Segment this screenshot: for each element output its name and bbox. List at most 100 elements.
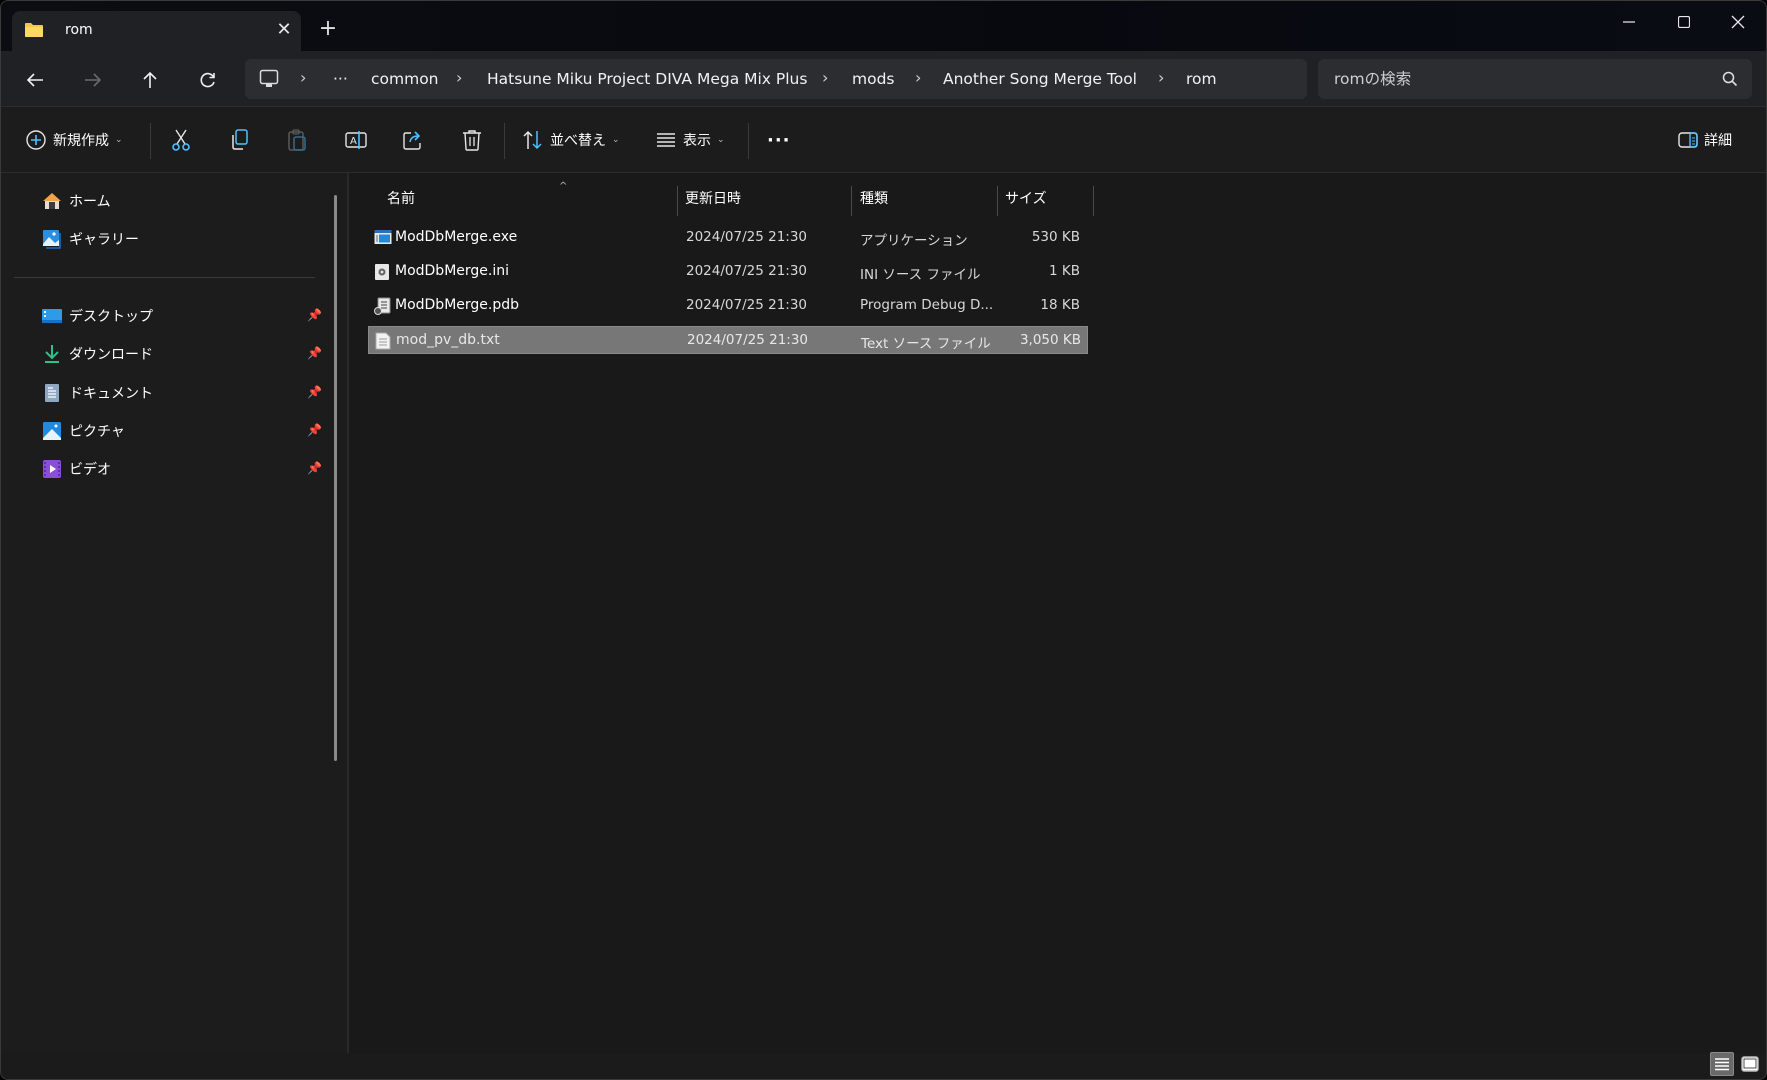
pin-icon[interactable]: 📌 <box>307 423 322 437</box>
sidebar-item-label: ビデオ <box>69 462 111 478</box>
share-button[interactable] <box>402 126 424 154</box>
details-view-icon <box>1715 1058 1729 1071</box>
pin-icon[interactable]: 📌 <box>307 308 322 322</box>
pin-icon[interactable]: 📌 <box>307 461 322 475</box>
file-name: ModDbMerge.ini <box>395 263 510 279</box>
breadcrumb-overflow[interactable]: ··· <box>333 70 348 88</box>
column-header-type[interactable]: 種類 <box>860 183 888 213</box>
details-pane-icon <box>1678 132 1698 148</box>
sidebar-item-home[interactable]: ホーム <box>41 186 331 216</box>
details-view-button[interactable] <box>1710 1052 1734 1076</box>
sidebar-item-videos[interactable]: ビデオ 📌 <box>41 454 331 484</box>
column-header-name[interactable]: 名前 ^ <box>387 181 677 213</box>
file-size: 530 KB <box>1031 229 1080 245</box>
copy-button[interactable] <box>228 126 250 154</box>
ini-icon <box>374 263 392 281</box>
column-divider[interactable] <box>677 186 678 216</box>
file-row[interactable]: ModDbMerge.ini 2024/07/25 21:30 INI ソース ファ… <box>368 258 1088 286</box>
file-modified: 2024/07/25 21:30 <box>686 263 808 279</box>
cut-button[interactable] <box>170 126 192 154</box>
column-divider[interactable] <box>851 186 852 216</box>
column-divider[interactable] <box>997 186 998 216</box>
sort-button-label: 並べ替え <box>550 133 606 149</box>
sidebar-item-pictures[interactable]: ピクチャ 📌 <box>41 416 331 446</box>
column-header-modified[interactable]: 更新日時 <box>685 183 741 213</box>
details-pane-button[interactable]: 詳細 <box>1678 126 1732 154</box>
sidebar-scrollbar[interactable] <box>334 195 337 761</box>
file-modified: 2024/07/25 21:30 <box>686 229 808 245</box>
rename-button[interactable]: A <box>344 126 368 154</box>
tab-rom[interactable]: rom ✕ <box>12 11 301 51</box>
sidebar-item-label: ダウンロード <box>69 347 153 363</box>
new-tab-button[interactable]: + <box>317 18 339 40</box>
close-tab-icon[interactable]: ✕ <box>274 20 294 40</box>
up-button[interactable] <box>135 65 165 95</box>
minimize-icon <box>1623 21 1635 23</box>
column-divider[interactable] <box>1093 186 1094 216</box>
sort-button[interactable]: 並べ替え ⌄ <box>522 126 620 154</box>
details-pane-label: 詳細 <box>1704 133 1732 149</box>
sidebar-item-desktop[interactable]: デスクトップ 📌 <box>41 301 331 331</box>
refresh-icon <box>200 72 215 88</box>
command-bar: 新規作成 ⌄ A 並べ替え ⌄ 表示 ⌄ ··· 詳細 <box>1 107 1766 173</box>
chevron-down-icon: ⌄ <box>717 135 725 145</box>
more-options-button[interactable]: ··· <box>767 126 791 154</box>
trash-icon <box>463 130 481 151</box>
more-icon: ··· <box>767 129 791 151</box>
file-row[interactable]: ModDbMerge.exe 2024/07/25 21:30 アプリケーション 53… <box>368 224 1088 252</box>
sidebar-item-documents[interactable]: ドキュメント 📌 <box>41 378 331 408</box>
maximize-button[interactable] <box>1661 7 1707 37</box>
back-button[interactable] <box>20 65 50 95</box>
column-label: サイズ <box>1005 191 1047 207</box>
copy-icon <box>232 129 248 150</box>
breadcrumb-another-song-merge-tool[interactable]: Another Song Merge Tool <box>943 70 1137 88</box>
download-icon <box>41 343 63 365</box>
refresh-button[interactable] <box>193 65 223 95</box>
file-name: ModDbMerge.exe <box>395 229 518 245</box>
paste-button[interactable] <box>286 126 308 154</box>
file-modified: 2024/07/25 21:30 <box>686 297 808 313</box>
file-row[interactable]: ModDbMerge.pdb 2024/07/25 21:30 Program De… <box>368 292 1088 320</box>
breadcrumb-project-diva[interactable]: Hatsune Miku Project DIVA Mega Mix Plus <box>487 70 807 88</box>
delete-button[interactable] <box>461 126 483 154</box>
file-type: Program Debug D... <box>860 297 994 313</box>
navigation-bar: › ··· common › Hatsune Miku Project DIVA… <box>1 51 1766 107</box>
breadcrumb-rom[interactable]: rom <box>1186 70 1217 88</box>
file-type: Text ソース ファイル <box>861 336 991 352</box>
search-icon[interactable] <box>1722 71 1738 91</box>
rename-icon: A <box>345 131 367 149</box>
column-header-size[interactable]: サイズ <box>1005 183 1047 213</box>
file-explorer-window: rom ✕ + › ··· common › Hatsune Miku Proj… <box>0 0 1767 1080</box>
new-button[interactable]: 新規作成 ⌄ <box>25 126 123 154</box>
search-input[interactable] <box>1334 67 1694 91</box>
sidebar-item-label: ギャラリー <box>69 232 139 248</box>
search-box[interactable] <box>1318 59 1752 99</box>
view-button[interactable]: 表示 ⌄ <box>655 126 725 154</box>
file-list: 名前 ^ 更新日時 種類 サイズ ModDbMerge.exe 2024/07/2… <box>349 173 1766 1053</box>
toolbar-divider <box>504 123 505 159</box>
sidebar-item-label: デスクトップ <box>69 309 153 325</box>
breadcrumb-mods[interactable]: mods <box>852 70 895 88</box>
file-name: ModDbMerge.pdb <box>395 297 520 313</box>
file-row[interactable]: mod_pv_db.txt 2024/07/25 21:30 Text ソース ファ… <box>368 326 1088 354</box>
column-label: 種類 <box>860 191 888 207</box>
pin-icon[interactable]: 📌 <box>307 346 322 360</box>
sidebar-item-label: ドキュメント <box>69 386 153 402</box>
breadcrumb-common[interactable]: common <box>371 70 439 88</box>
minimize-button[interactable] <box>1606 7 1652 37</box>
pin-icon[interactable]: 📌 <box>307 385 322 399</box>
forward-button[interactable] <box>78 65 108 95</box>
address-bar[interactable]: › ··· common › Hatsune Miku Project DIVA… <box>245 59 1307 99</box>
videos-icon <box>41 458 63 480</box>
share-icon <box>403 131 421 150</box>
sidebar-divider <box>14 277 315 278</box>
toolbar-divider <box>150 123 151 159</box>
close-window-button[interactable] <box>1715 7 1761 37</box>
arrow-right-icon <box>85 73 102 87</box>
sidebar-item-gallery[interactable]: ギャラリー <box>41 224 331 254</box>
sidebar-item-downloads[interactable]: ダウンロード 📌 <box>41 339 331 369</box>
chevron-down-icon: ⌄ <box>612 135 620 145</box>
file-type: INI ソース ファイル <box>860 267 981 283</box>
large-icons-view-button[interactable] <box>1738 1052 1762 1076</box>
file-type: アプリケーション <box>860 233 968 249</box>
